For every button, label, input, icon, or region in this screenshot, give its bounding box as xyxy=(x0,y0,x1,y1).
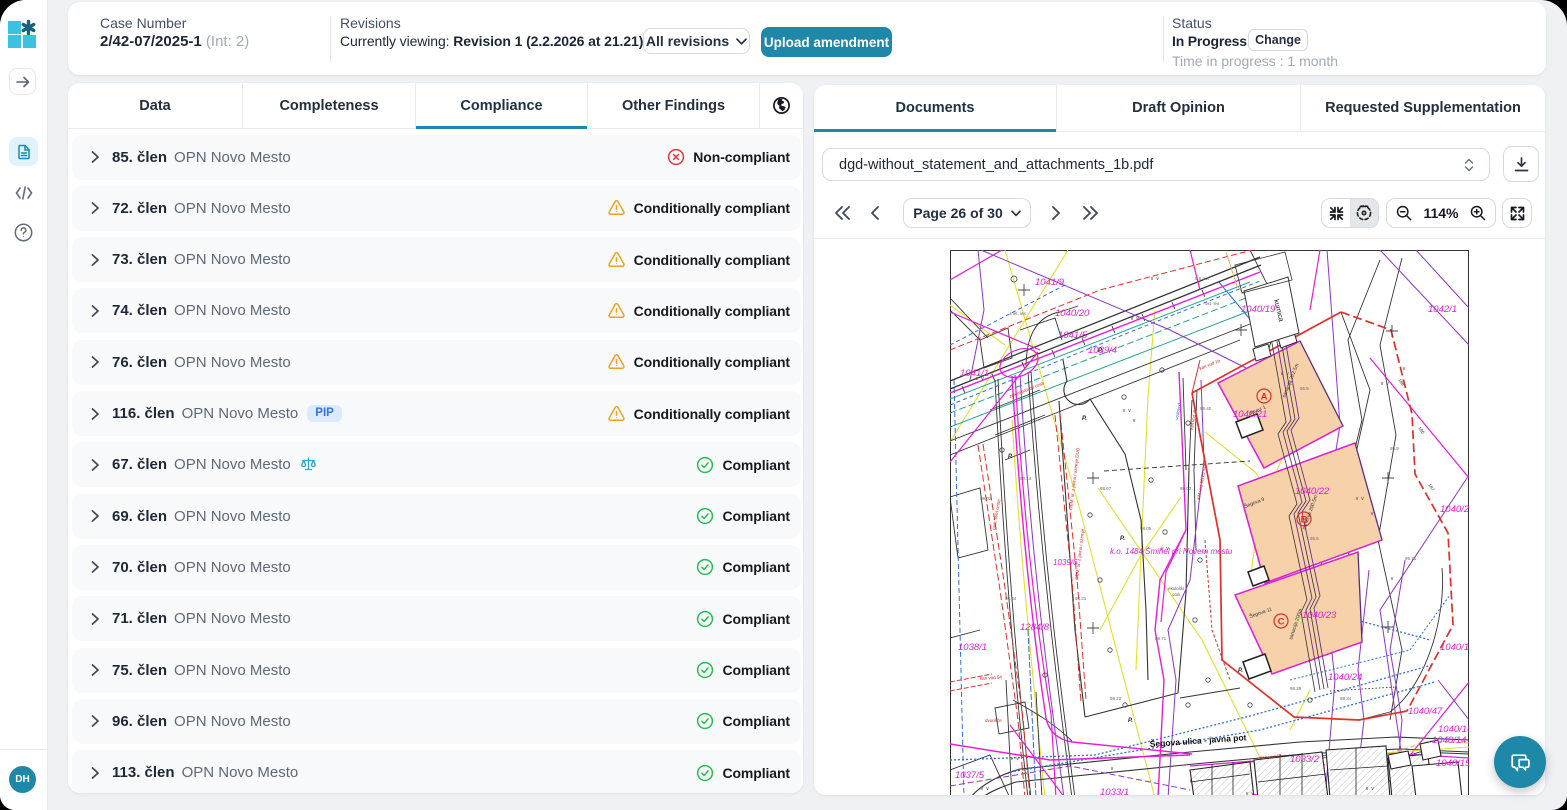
svg-text:1040/19: 1040/19 xyxy=(1241,304,1276,315)
svg-text:∨ ∨: ∨ ∨ xyxy=(975,376,985,382)
svg-text:1040/47: 1040/47 xyxy=(1408,706,1443,717)
svg-text:1040/24: 1040/24 xyxy=(1328,672,1362,683)
svg-text:98.22: 98.22 xyxy=(1110,696,1122,701)
svg-text:1040/20: 1040/20 xyxy=(1055,308,1090,319)
svg-text:98.71: 98.71 xyxy=(1155,636,1167,641)
svg-text:met. les: met. les xyxy=(1010,311,1027,316)
svg-text:∨: ∨ xyxy=(1390,576,1394,582)
svg-text:1040/23: 1040/23 xyxy=(1302,610,1337,621)
svg-text:ekološki: ekološki xyxy=(1168,586,1184,591)
svg-text:P.: P. xyxy=(1238,668,1243,674)
svg-text:P.: P. xyxy=(1120,536,1125,542)
svg-text:dvorišče: dvorišče xyxy=(985,718,1002,723)
svg-text:1041/5: 1041/5 xyxy=(1058,330,1088,341)
svg-text:1041/9: 1041/9 xyxy=(1035,277,1065,288)
svg-text:∨ ∨: ∨ ∨ xyxy=(1010,756,1020,762)
svg-text:99.02: 99.02 xyxy=(980,496,992,501)
svg-text:∨: ∨ xyxy=(1110,766,1114,772)
svg-text:1042/1: 1042/1 xyxy=(1428,304,1457,315)
svg-text:∨ ∨: ∨ ∨ xyxy=(1160,546,1170,552)
svg-text:P.: P. xyxy=(1082,416,1087,422)
svg-text:∨ ∨: ∨ ∨ xyxy=(1365,786,1375,792)
svg-text:1040/26: 1040/26 xyxy=(1440,504,1469,515)
svg-text:∨ ∨: ∨ ∨ xyxy=(980,786,990,792)
svg-text:∨: ∨ xyxy=(1402,366,1406,372)
svg-text:99.14: 99.14 xyxy=(1020,476,1032,481)
svg-text:A: A xyxy=(1261,392,1268,403)
svg-text:∨ ∨: ∨ ∨ xyxy=(1245,791,1255,795)
svg-text:k.o. 1484 Šmihel pri Novem mes: k.o. 1484 Šmihel pri Novem mestu xyxy=(1110,547,1233,556)
svg-text:1040/16: 1040/16 xyxy=(1438,724,1469,735)
svg-text:98.34: 98.34 xyxy=(1005,596,1017,601)
svg-text:∨ ∨: ∨ ∨ xyxy=(1130,316,1140,322)
svg-text:98.67: 98.67 xyxy=(1100,486,1112,491)
svg-text:1038/1: 1038/1 xyxy=(958,642,987,653)
svg-text:1040/17: 1040/17 xyxy=(1440,642,1469,653)
svg-text:1040/14: 1040/14 xyxy=(1432,735,1466,746)
svg-text:∨ ∨: ∨ ∨ xyxy=(1280,371,1290,377)
svg-text:95.9: 95.9 xyxy=(1390,446,1399,451)
svg-text:98.34: 98.34 xyxy=(1340,696,1352,701)
svg-text:98.05: 98.05 xyxy=(1140,526,1152,531)
svg-text:∨: ∨ xyxy=(1132,418,1136,424)
svg-text:P.: P. xyxy=(1008,454,1013,460)
svg-text:1039/6: 1039/6 xyxy=(1053,558,1078,567)
svg-text:98.03: 98.03 xyxy=(1180,486,1192,491)
svg-text:1040/15: 1040/15 xyxy=(1436,758,1469,769)
svg-text:98.40: 98.40 xyxy=(1200,406,1212,411)
svg-text:98.31: 98.31 xyxy=(1075,596,1087,601)
svg-text:98.28: 98.28 xyxy=(1290,686,1302,691)
svg-text:95.71: 95.71 xyxy=(1405,556,1417,561)
svg-text:P.: P. xyxy=(1128,718,1133,724)
svg-text:ost. les: ost. les xyxy=(1205,301,1220,306)
svg-text:95.5: 95.5 xyxy=(1310,536,1319,541)
svg-text:1037/5: 1037/5 xyxy=(955,770,985,781)
svg-text:∨ ∨: ∨ ∨ xyxy=(1150,276,1160,282)
svg-text:95.5: 95.5 xyxy=(1300,386,1309,391)
svg-text:∨: ∨ xyxy=(1370,511,1374,517)
svg-text:5.5 pot: 5.5 pot xyxy=(1195,276,1210,281)
svg-text:1033/1: 1033/1 xyxy=(1100,787,1129,795)
svg-text:∨ ∨: ∨ ∨ xyxy=(1380,381,1390,387)
svg-text:∨ ∨: ∨ ∨ xyxy=(1355,496,1365,502)
svg-text:1033/2: 1033/2 xyxy=(1290,754,1320,765)
svg-text:∨ ∨: ∨ ∨ xyxy=(1122,408,1132,414)
svg-text:P.: P. xyxy=(1098,348,1103,354)
svg-text:C: C xyxy=(1278,617,1285,628)
svg-text:otok: otok xyxy=(1172,592,1181,597)
svg-text:1284/8: 1284/8 xyxy=(1020,622,1050,633)
